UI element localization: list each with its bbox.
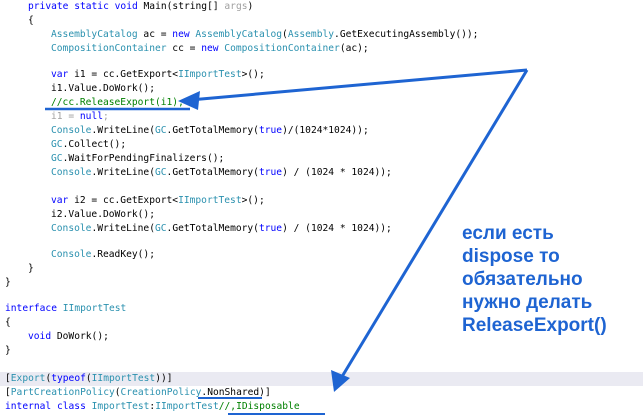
arrowhead-idisposable (331, 370, 350, 392)
arrowhead-release-export (178, 91, 200, 110)
annotation-caption: если есть dispose то обязательно нужно д… (462, 222, 637, 337)
caption-line: нужно делать (462, 292, 593, 313)
annotation-overlay (45, 68, 529, 415)
caption-line: ReleaseExport() (462, 315, 607, 336)
caption-line: если есть (462, 223, 554, 244)
arrow-to-release-export (189, 68, 528, 102)
caption-line: обязательно (462, 269, 583, 290)
caption-line: dispose то (462, 246, 560, 267)
